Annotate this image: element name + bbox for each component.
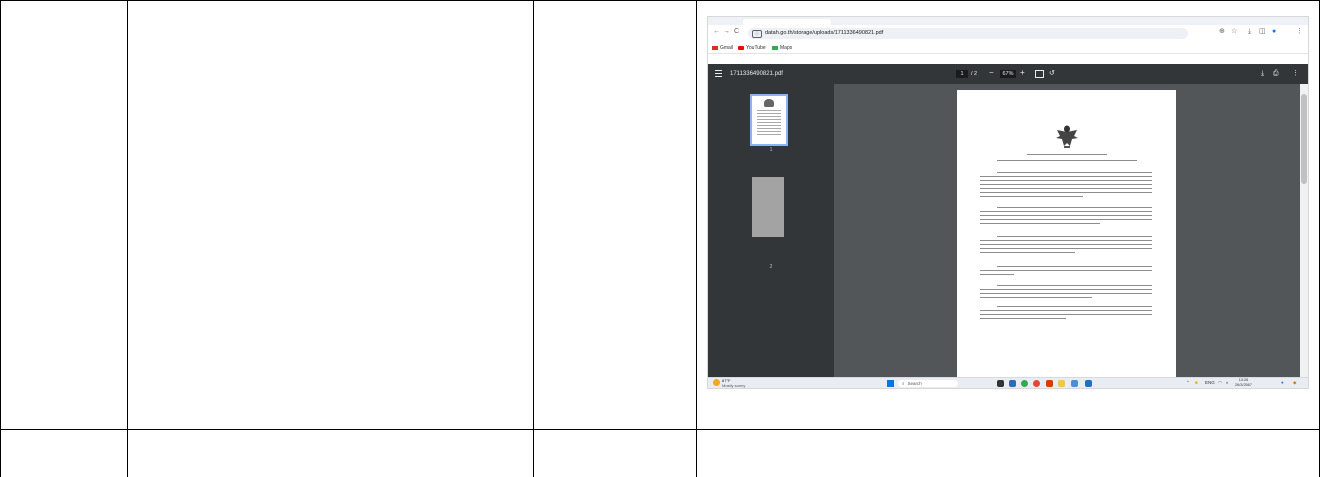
browser-menu-icon[interactable]: ⋮	[1296, 28, 1303, 35]
thumbnail-label: 2	[769, 264, 773, 270]
fit-page-icon[interactable]	[1035, 70, 1044, 78]
page-number-input[interactable]: 1	[956, 70, 968, 78]
tray-chevron-icon[interactable]: ⌃	[1186, 379, 1190, 387]
document-body-paragraph	[980, 306, 1152, 322]
thumbnail-sidebar: 1 2	[708, 84, 834, 377]
forward-icon[interactable]: →	[723, 28, 730, 35]
office-icon[interactable]	[1046, 380, 1053, 387]
outlook-icon[interactable]	[1085, 380, 1092, 387]
gmail-icon	[712, 46, 718, 50]
wifi-icon[interactable]: ◠	[1218, 379, 1222, 387]
bookmark-gmail[interactable]: Gmail	[712, 45, 733, 51]
file-explorer-icon[interactable]	[997, 380, 1004, 387]
reload-icon[interactable]: C	[734, 28, 739, 35]
table-col-divider-2	[533, 0, 534, 477]
chrome-icon[interactable]	[1021, 380, 1028, 387]
hamburger-menu-icon[interactable]	[715, 70, 722, 77]
document-heading-lines	[997, 160, 1137, 164]
page-thumbnail-2[interactable]	[752, 177, 784, 237]
address-bar: ← → C ⓘ datah.go.th/storage/uploads/1711…	[708, 25, 1308, 43]
table-border-left	[0, 0, 1, 477]
copilot-icon[interactable]: ◆	[1293, 379, 1296, 387]
vertical-scrollbar[interactable]	[1300, 84, 1308, 377]
chrome-profile-icon[interactable]	[1033, 380, 1040, 387]
table-border-top	[0, 0, 1320, 1]
file-manager-icon[interactable]	[1058, 380, 1065, 387]
taskbar-clock[interactable]: 13:26 26/3/2567	[1235, 378, 1252, 388]
thumbnail-text-lines	[757, 110, 781, 137]
profile-avatar-icon[interactable]: ●	[1272, 28, 1276, 35]
table-row-divider	[0, 429, 1320, 430]
document-body-paragraph	[980, 236, 1152, 256]
garuda-emblem-icon	[1056, 125, 1078, 148]
store-icon[interactable]	[1009, 380, 1016, 387]
volume-icon[interactable]: ◐	[1226, 379, 1229, 387]
embedded-browser-screenshot: ← → C ⓘ datah.go.th/storage/uploads/1711…	[707, 16, 1309, 389]
document-body-paragraph	[980, 207, 1152, 227]
rotate-icon[interactable]: ↺	[1049, 69, 1055, 78]
zoom-level-input[interactable]: 67%	[1000, 70, 1016, 78]
search-placeholder: Search	[907, 381, 922, 386]
youtube-icon	[738, 46, 744, 50]
back-icon[interactable]: ←	[713, 28, 720, 35]
notification-icon[interactable]: ●	[1281, 379, 1284, 387]
download-icon[interactable]: ⤓	[1261, 69, 1264, 78]
scrollbar-thumb[interactable]	[1301, 94, 1307, 184]
clock-date: 26/3/2567	[1235, 383, 1252, 387]
paint-icon[interactable]	[1071, 380, 1078, 387]
bookmark-label: YouTube	[746, 45, 766, 51]
document-body-paragraph	[980, 266, 1152, 278]
document-heading-lines	[1027, 154, 1107, 158]
magnifier-icon: ⌕	[902, 381, 905, 386]
print-icon[interactable]: ⎙	[1273, 69, 1279, 78]
site-info-icon[interactable]: ⓘ	[752, 30, 762, 38]
bookmark-youtube[interactable]: YouTube	[738, 45, 766, 51]
zoom-icon[interactable]: ⊕	[1219, 28, 1225, 35]
zoom-in-button[interactable]: +	[1020, 68, 1025, 78]
pdf-toolbar: 1711336490821.pdf 1 / 2 − 67% + ↺ ⤓ ⎙ ⋮	[708, 64, 1308, 84]
split-view-icon[interactable]: ◫	[1259, 28, 1266, 35]
weather-description: Mostly sunny	[722, 383, 746, 388]
document-body-paragraph	[980, 172, 1152, 200]
language-indicator[interactable]: ENG	[1205, 379, 1215, 387]
bookmark-maps[interactable]: Maps	[772, 45, 792, 51]
garuda-emblem-icon	[764, 99, 774, 107]
zoom-out-button[interactable]: −	[989, 68, 994, 78]
url-field[interactable]: ⓘ datah.go.th/storage/uploads/1711336490…	[748, 28, 1188, 39]
tray-app-icon[interactable]: ■	[1195, 379, 1198, 387]
taskbar-search-box[interactable]: ⌕ Search	[898, 380, 958, 387]
tab-strip	[708, 17, 1308, 25]
document-body-paragraph	[980, 285, 1152, 301]
downloads-icon[interactable]: ⤓	[1248, 28, 1251, 35]
page-thumbnail-1[interactable]	[750, 94, 788, 146]
url-text: datah.go.th/storage/uploads/171133649082…	[765, 30, 884, 36]
table-col-divider-3	[696, 0, 697, 477]
table-col-divider-1	[127, 0, 128, 477]
more-options-icon[interactable]: ⋮	[1292, 69, 1299, 78]
weather-icon[interactable]	[713, 379, 720, 386]
bookmark-star-icon[interactable]: ☆	[1231, 28, 1237, 35]
pdf-file-name: 1711336490821.pdf	[730, 71, 783, 77]
thumbnail-label: 1	[769, 147, 773, 153]
page-total: / 2	[971, 71, 978, 77]
windows-start-icon[interactable]	[887, 380, 894, 387]
windows-taskbar: 87°F Mostly sunny ⌕ Search ⌃ ■ ENG ◠ ◐ 13…	[708, 377, 1308, 388]
bookmark-label: Maps	[780, 45, 793, 51]
bookmark-label: Gmail	[720, 45, 734, 51]
pdf-page	[957, 90, 1176, 377]
maps-icon	[772, 46, 778, 50]
bookmarks-bar: Gmail YouTube Maps	[708, 43, 1308, 54]
